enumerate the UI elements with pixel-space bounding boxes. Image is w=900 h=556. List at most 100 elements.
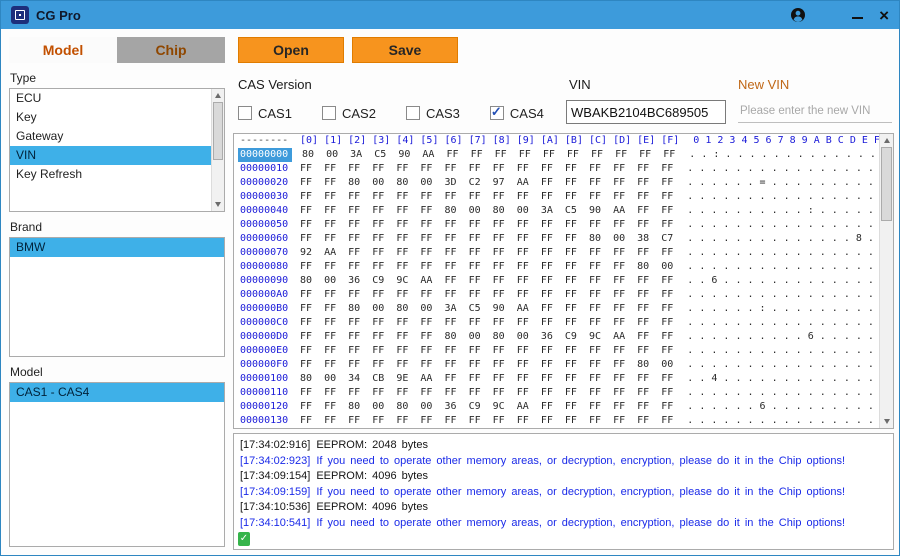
hex-ascii[interactable]: . . : . . . . . . . . . . . . .	[689, 149, 876, 160]
hex-ascii[interactable]: . . 6 . . . . . . . . . . . . .	[687, 275, 874, 286]
hex-ascii[interactable]: . . . . . . . . . . 6 . . . . .	[687, 331, 874, 342]
hex-bytes[interactable]: FF FF FF FF FF FF FF FF FF FF FF FF FF F…	[300, 289, 673, 300]
hex-address[interactable]: 00000050	[240, 218, 290, 232]
vin-input[interactable]	[566, 100, 726, 124]
hex-row[interactable]: 00000130 FF FF FF FF FF FF FF FF FF FF FF…	[240, 414, 879, 428]
cas3-checkbox-box[interactable]	[406, 106, 420, 120]
hex-scroll-up-button[interactable]	[880, 134, 893, 147]
hex-row[interactable]: 00000070 92 AA FF FF FF FF FF FF FF FF FF…	[240, 246, 879, 260]
close-button[interactable]	[879, 7, 889, 24]
cas4-checkbox-box[interactable]	[490, 106, 504, 120]
hex-bytes[interactable]: FF FF 80 00 80 00 3A C5 90 AA FF FF FF F…	[300, 303, 673, 314]
hex-address[interactable]: 000000F0	[240, 358, 290, 372]
list-item-key-refresh[interactable]: Key Refresh	[10, 165, 211, 184]
hex-address[interactable]: 000000C0	[240, 316, 290, 330]
hex-address[interactable]: 00000080	[240, 260, 290, 274]
hex-row[interactable]: 00000080 FF FF FF FF FF FF FF FF FF FF FF…	[240, 260, 879, 274]
type-list-scrollbar[interactable]	[211, 89, 224, 211]
checkbox-cas2[interactable]: CAS2	[322, 106, 376, 121]
hex-row[interactable]: 000000F0 FF FF FF FF FF FF FF FF FF FF FF…	[240, 358, 879, 372]
cas2-checkbox-box[interactable]	[322, 106, 336, 120]
hex-ascii[interactable]: . . . . . . . . . . . . . . . .	[687, 191, 874, 202]
open-button[interactable]: Open	[238, 37, 344, 63]
hex-viewer[interactable]: --------[0] [1] [2] [3] [4] [5] [6] [7] …	[233, 133, 894, 429]
hex-ascii[interactable]: . . . . . . . . . . . . . . . .	[687, 247, 874, 258]
cas1-checkbox-box[interactable]	[238, 106, 252, 120]
hex-address[interactable]: 00000090	[240, 274, 290, 288]
list-item-ecu[interactable]: ECU	[10, 89, 211, 108]
hex-row[interactable]: 00000050FF FF FF FF FF FF FF FF FF FF FF…	[240, 218, 879, 232]
hex-bytes[interactable]: FF FF FF FF FF FF FF FF FF FF FF FF FF F…	[300, 415, 673, 426]
hex-address[interactable]: 00000000	[238, 148, 292, 162]
hex-ascii[interactable]: . . . . . . . . . . . . . . . .	[687, 163, 874, 174]
hex-bytes[interactable]: 80 00 3A C5 90 AA FF FF FF FF FF FF FF F…	[302, 149, 675, 160]
hex-address[interactable]: 00000120	[240, 400, 290, 414]
list-item-gateway[interactable]: Gateway	[10, 127, 211, 146]
hex-bytes[interactable]: FF FF FF FF FF FF FF FF FF FF FF FF FF F…	[300, 345, 673, 356]
hex-address[interactable]: 00000040	[240, 204, 290, 218]
hex-ascii[interactable]: . . . . . . 6 . . . . . . . . .	[687, 401, 874, 412]
hex-ascii[interactable]: . . 4 . . . . . . . . . . . . .	[687, 373, 874, 384]
hex-row[interactable]: 00000010 FF FF FF FF FF FF FF FF FF FF FF…	[240, 162, 879, 176]
hex-address[interactable]: 00000020	[240, 176, 290, 190]
hex-row[interactable]: 00000060FF FF FF FF FF FF FF FF FF FF FF…	[240, 232, 879, 246]
hex-scrollbar-thumb[interactable]	[881, 147, 892, 221]
hex-row[interactable]: 00000120FF FF 80 00 80 00 36 C9 9C AA FF…	[240, 400, 879, 414]
hex-address[interactable]: 00000010	[240, 162, 290, 176]
hex-address[interactable]: 000000B0	[240, 302, 290, 316]
hex-scrollbar[interactable]	[879, 134, 893, 428]
hex-address[interactable]: 00000070	[240, 246, 290, 260]
list-item-vin[interactable]: VIN	[10, 146, 211, 165]
hex-address[interactable]: 00000130	[240, 414, 290, 428]
scroll-down-button[interactable]	[212, 198, 224, 211]
hex-row[interactable]: 000000D0 FF FF FF FF FF FF 80 00 80 00 36…	[240, 330, 879, 344]
hex-ascii[interactable]: . . . . . . . . . . . . . . . .	[687, 317, 874, 328]
tab-chip[interactable]: Chip	[117, 37, 225, 63]
checkbox-cas3[interactable]: CAS3	[406, 106, 460, 121]
hex-row[interactable]: 00000100 80 00 34 CB 9E AA FF FF FF FF FF…	[240, 372, 879, 386]
hex-ascii[interactable]: . . . . . . . . . . . . . . . .	[687, 415, 874, 426]
hex-ascii[interactable]: . . . . . . . . . . . . . . . .	[687, 359, 874, 370]
hex-ascii[interactable]: . . . . . . . . . . . . . . 8 .	[687, 233, 874, 244]
hex-row[interactable]: 000000E0FF FF FF FF FF FF FF FF FF FF FF…	[240, 344, 879, 358]
scrollbar-thumb[interactable]	[213, 102, 223, 160]
hex-ascii[interactable]: . . . . . . . . . . . . . . . .	[687, 387, 874, 398]
checkbox-cas4[interactable]: CAS4	[490, 106, 544, 121]
hex-bytes[interactable]: FF FF FF FF FF FF FF FF FF FF FF FF FF F…	[300, 359, 673, 370]
list-item-bmw[interactable]: BMW	[10, 238, 224, 257]
checkbox-cas1[interactable]: CAS1	[238, 106, 292, 121]
hex-ascii[interactable]: . . . . . . . . . . . . . . . .	[687, 219, 874, 230]
scroll-up-button[interactable]	[212, 89, 224, 102]
hex-bytes[interactable]: FF FF FF FF FF FF FF FF FF FF FF FF 80 0…	[300, 233, 673, 244]
hex-row[interactable]: 00000020 FF FF 80 00 80 00 3D C2 97 AA FF…	[240, 176, 879, 190]
list-item-cas1-cas4[interactable]: CAS1 - CAS4	[10, 383, 224, 402]
minimize-button[interactable]	[852, 11, 863, 19]
hex-address[interactable]: 000000D0	[240, 330, 290, 344]
hex-row[interactable]: 000000B0 FF FF 80 00 80 00 3A C5 90 AA FF…	[240, 302, 879, 316]
hex-scroll-down-button[interactable]	[880, 415, 893, 428]
hex-bytes[interactable]: 92 AA FF FF FF FF FF FF FF FF FF FF FF F…	[300, 247, 673, 258]
hex-bytes[interactable]: FF FF FF FF FF FF FF FF FF FF FF FF FF F…	[300, 163, 673, 174]
hex-bytes[interactable]: FF FF FF FF FF FF 80 00 80 00 36 C9 9C A…	[300, 331, 673, 342]
account-icon[interactable]	[790, 7, 806, 23]
list-item-key[interactable]: Key	[10, 108, 211, 127]
hex-bytes[interactable]: FF FF 80 00 80 00 3D C2 97 AA FF FF FF F…	[300, 177, 673, 188]
hex-row[interactable]: 00000090 80 00 36 C9 9C AA FF FF FF FF FF…	[240, 274, 879, 288]
hex-ascii[interactable]: . . . . . . = . . . . . . . . .	[687, 177, 874, 188]
hex-bytes[interactable]: FF FF FF FF FF FF FF FF FF FF FF FF FF F…	[300, 261, 673, 272]
hex-address[interactable]: 000000A0	[240, 288, 290, 302]
hex-ascii[interactable]: . . . . . . . . . . . . . . . .	[687, 345, 874, 356]
tab-model[interactable]: Model	[9, 37, 117, 63]
hex-bytes[interactable]: 80 00 36 C9 9C AA FF FF FF FF FF FF FF F…	[300, 275, 673, 286]
hex-row[interactable]: 000000A0 FF FF FF FF FF FF FF FF FF FF FF…	[240, 288, 879, 302]
hex-row[interactable]: 00000030FF FF FF FF FF FF FF FF FF FF FF…	[240, 190, 879, 204]
hex-address[interactable]: 00000100	[240, 372, 290, 386]
hex-row[interactable]: 00000040 FF FF FF FF FF FF 80 00 80 00 3A…	[240, 204, 879, 218]
hex-bytes[interactable]: FF FF FF FF FF FF 80 00 80 00 3A C5 90 A…	[300, 205, 673, 216]
hex-row[interactable]: 000000C0 FF FF FF FF FF FF FF FF FF FF FF…	[240, 316, 879, 330]
hex-ascii[interactable]: . . . . . . . . . . . . . . . .	[687, 289, 874, 300]
hex-bytes[interactable]: FF FF FF FF FF FF FF FF FF FF FF FF FF F…	[300, 317, 673, 328]
save-button[interactable]: Save	[352, 37, 458, 63]
hex-bytes[interactable]: 80 00 34 CB 9E AA FF FF FF FF FF FF FF F…	[300, 373, 673, 384]
menu-icon[interactable]	[822, 10, 836, 20]
